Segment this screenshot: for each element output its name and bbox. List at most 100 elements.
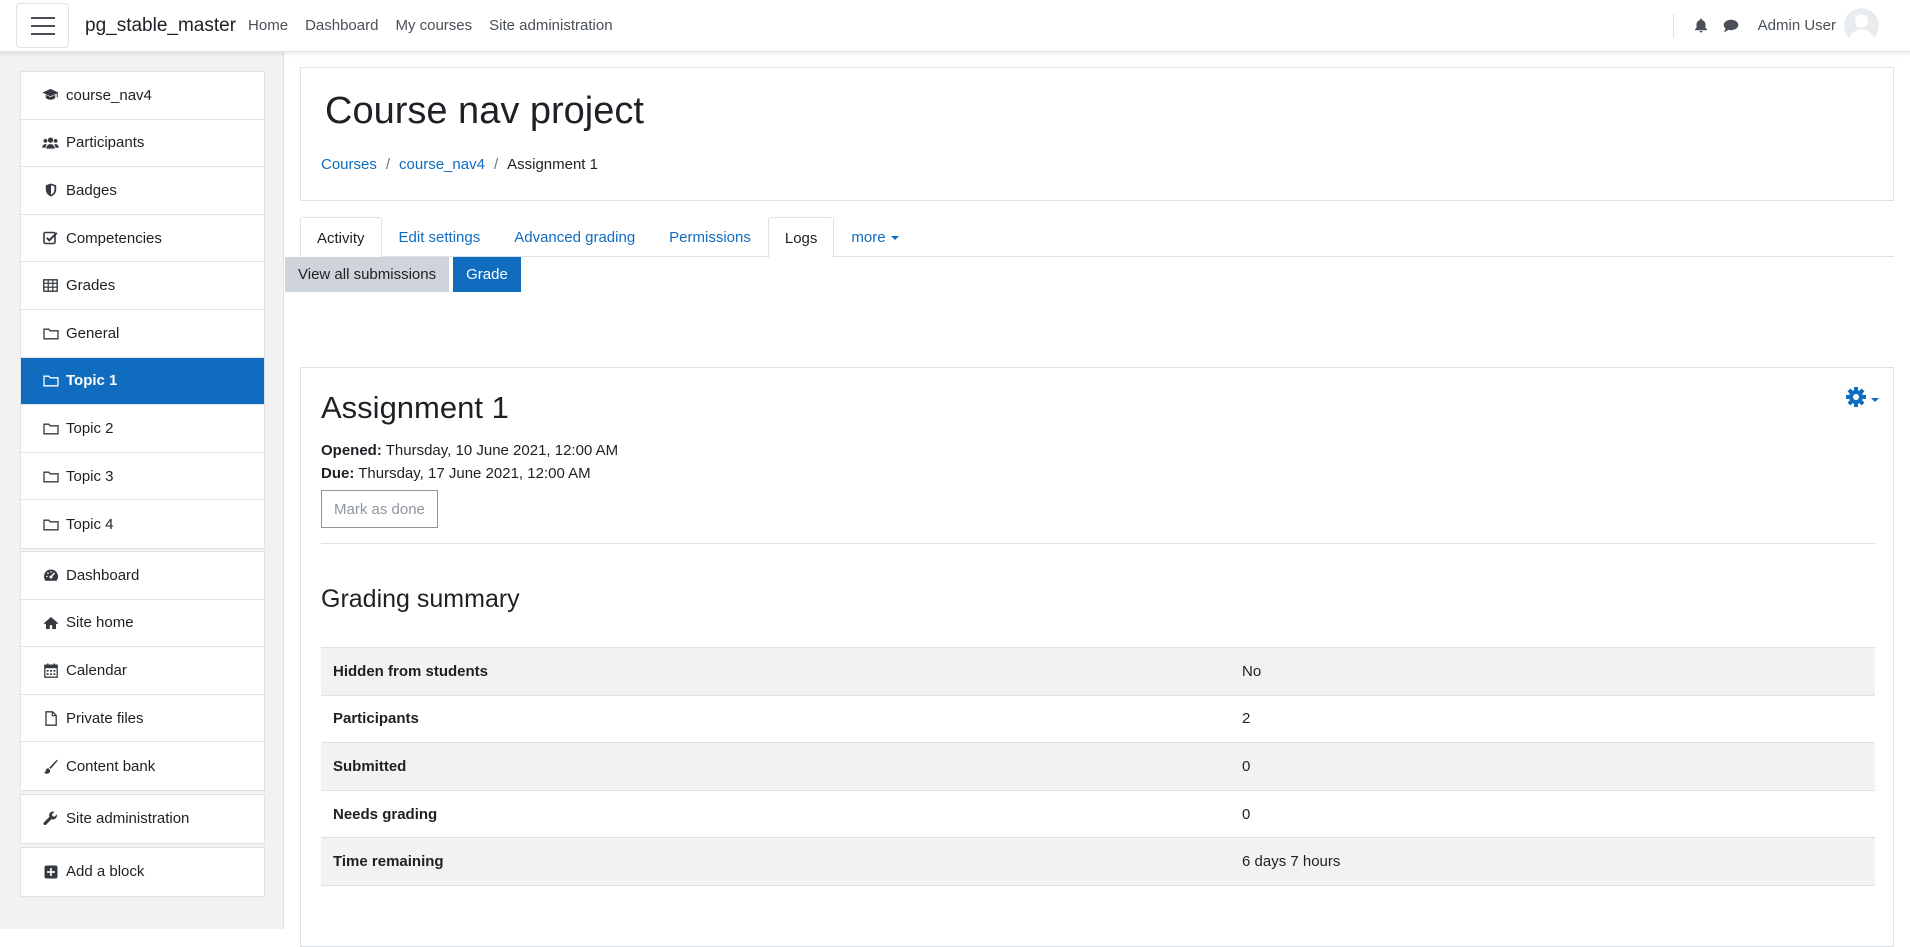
site-nav-group: Dashboard Site home Calendar Private fil… [20,551,265,791]
table-row: Time remaining 6 days 7 hours [321,838,1875,886]
paint-brush-icon [42,758,59,775]
caret-down-icon [1871,397,1879,402]
nav-item-course-nav4[interactable]: course_nav4 [21,72,264,120]
nav-item-label: Topic 4 [66,515,114,533]
top-nav: Home Dashboard My courses Site administr… [248,17,630,34]
users-icon [42,134,59,151]
table-icon [42,277,59,294]
graduation-cap-icon [42,87,59,104]
top-nav-my-courses[interactable]: My courses [395,17,472,34]
tab-advanced-grading[interactable]: Advanced grading [497,217,652,257]
opened-value: Thursday, 10 June 2021, 12:00 AM [385,442,619,459]
nav-item-content-bank[interactable]: Content bank [21,742,264,790]
folder-icon [42,325,59,342]
nav-item-private-files[interactable]: Private files [21,695,264,743]
top-nav-home[interactable]: Home [248,17,288,34]
table-row: Hidden from students No [321,648,1875,696]
nav-item-label: Topic 2 [66,419,114,437]
table-row: Needs grading 0 [321,791,1875,839]
row-value: No [1242,662,1262,680]
nav-item-label: Dashboard [66,566,140,584]
opened-date: Opened: Thursday, 10 June 2021, 12:00 AM [321,442,618,459]
activity-settings-menu[interactable] [1845,386,1879,413]
nav-item-dashboard[interactable]: Dashboard [21,552,264,600]
nav-item-badges[interactable]: Badges [21,167,264,215]
breadcrumb-separator: / [385,156,391,173]
nav-item-calendar[interactable]: Calendar [21,647,264,695]
top-nav-site-administration[interactable]: Site administration [489,17,612,34]
folder-icon [42,372,59,389]
nav-item-topic-4[interactable]: Topic 4 [21,500,264,548]
nav-drawer: course_nav4 Participants Badges Competen… [0,52,284,929]
tab-more[interactable]: more [834,217,915,257]
view-all-submissions-button[interactable]: View all submissions [285,257,450,292]
add-block-button[interactable]: Add a block [21,848,264,896]
calendar-icon [42,662,59,679]
due-label: Due: [321,465,355,482]
row-label: Submitted [333,757,407,775]
nav-item-topic-3[interactable]: Topic 3 [21,453,264,501]
grade-button[interactable]: Grade [453,257,521,292]
tab-activity[interactable]: Activity [300,217,382,258]
navbar-divider [1672,13,1674,38]
nav-item-label: Participants [66,134,145,152]
tab-more-label: more [851,229,886,246]
opened-label: Opened: [321,442,382,459]
nav-item-label: Add a block [66,863,145,881]
user-name[interactable]: Admin User [1758,17,1836,34]
row-label: Hidden from students [333,662,489,680]
due-date: Due: Thursday, 17 June 2021, 12:00 AM [321,465,591,482]
folder-icon [42,420,59,437]
nav-item-topic-1[interactable]: Topic 1 [21,357,264,406]
tab-logs[interactable]: Logs [767,217,835,258]
course-nav-group: course_nav4 Participants Badges Competen… [20,71,265,549]
plus-square-icon [42,863,59,880]
grading-summary-title: Grading summary [321,585,520,613]
nav-item-competencies[interactable]: Competencies [21,215,264,263]
row-value: 0 [1242,757,1251,775]
nav-item-site-administration[interactable]: Site administration [21,795,264,843]
assignment-card: Assignment 1 Opened: Thursday, 10 June 2… [300,367,1894,947]
tab-permissions[interactable]: Permissions [652,217,768,257]
breadcrumb-courses[interactable]: Courses [321,156,377,173]
nav-item-general[interactable]: General [21,310,264,358]
tab-edit-settings[interactable]: Edit settings [382,217,498,257]
nav-item-grades[interactable]: Grades [21,262,264,310]
nav-item-topic-2[interactable]: Topic 2 [21,405,264,453]
bell-icon[interactable] [1686,18,1716,33]
chat-icon[interactable] [1716,19,1746,33]
nav-item-label: Calendar [66,661,127,679]
home-icon [42,614,59,631]
nav-item-label: Competencies [66,229,162,247]
grading-summary-table: Hidden from students No Participants 2 S… [321,647,1875,886]
submission-actions: View all submissions Grade [285,257,521,292]
caret-down-icon [890,235,899,240]
nav-item-label: Topic 1 [66,372,118,390]
row-label: Participants [333,710,419,728]
breadcrumb: Courses / course_nav4 / Assignment 1 [321,156,598,173]
activity-tabs: Activity Edit settings Advanced grading … [300,217,1894,258]
folder-icon [42,516,59,533]
breadcrumb-course[interactable]: course_nav4 [399,156,485,173]
file-icon [42,710,59,727]
top-nav-dashboard[interactable]: Dashboard [305,17,378,34]
avatar[interactable] [1844,8,1879,43]
row-label: Time remaining [333,853,444,871]
folder-icon [42,468,59,485]
mark-as-done-button[interactable]: Mark as done [321,490,438,528]
user-area: Admin User [1672,0,1910,51]
breadcrumb-separator: / [493,156,499,173]
shield-icon [42,182,59,199]
due-value: Thursday, 17 June 2021, 12:00 AM [358,465,591,482]
nav-item-label: General [66,324,120,342]
site-brand[interactable]: pg_stable_master [85,15,236,37]
nav-item-label: Topic 3 [66,467,114,485]
hamburger-menu-button[interactable] [16,3,69,48]
nav-item-site-home[interactable]: Site home [21,600,264,648]
nav-item-participants[interactable]: Participants [21,120,264,168]
nav-item-label: Site administration [66,810,190,828]
nav-item-label: Site home [66,614,134,632]
page-header: Course nav project Courses / course_nav4… [300,67,1894,201]
divider [321,543,1875,544]
table-row: Submitted 0 [321,743,1875,791]
